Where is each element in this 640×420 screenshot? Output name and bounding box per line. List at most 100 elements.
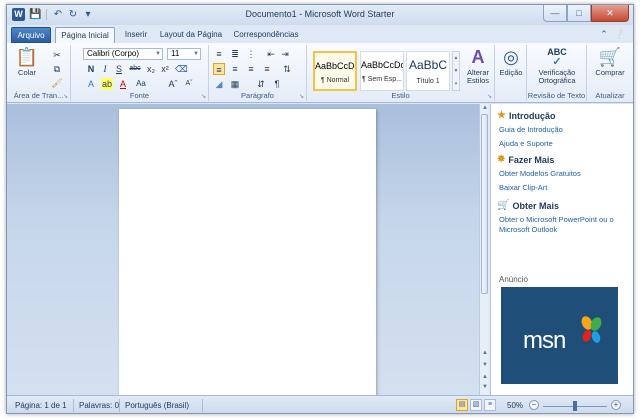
- scrollbar-thumb[interactable]: [481, 114, 488, 294]
- numbering-icon[interactable]: ≣: [229, 48, 241, 60]
- scroll-up-icon[interactable]: ▲: [480, 350, 490, 356]
- bullets-icon[interactable]: ≡: [213, 48, 225, 60]
- title-bar: W 💾 ↶ ↻ ▾ Documento1 - Microsoft Word St…: [7, 5, 633, 25]
- tab-layout-da-pagina[interactable]: Layout da Página: [157, 27, 225, 43]
- highlight-icon[interactable]: ab: [101, 78, 113, 90]
- style-sem-espacamento[interactable]: AaBbCcDc ¶ Sem Esp...: [360, 51, 404, 91]
- zoom-out-icon[interactable]: −: [529, 400, 539, 410]
- msn-butterfly-icon: [581, 316, 602, 343]
- status-separator: [73, 399, 74, 412]
- link-guia-introducao[interactable]: Guia de Introdução: [499, 125, 563, 135]
- align-right-icon[interactable]: ≡: [245, 63, 257, 75]
- minimize-button[interactable]: —: [543, 5, 567, 22]
- bold-icon[interactable]: N: [85, 63, 97, 75]
- section-heading: ★ Introdução: [497, 110, 563, 121]
- increase-indent-icon[interactable]: ⇥: [279, 48, 291, 60]
- styles-group: AaBbCcDc ¶ Normal AaBbCcDc ¶ Sem Esp... …: [307, 45, 495, 101]
- style-titulo-1[interactable]: AaBbC Título 1: [406, 51, 450, 91]
- zoom-in-icon[interactable]: +: [611, 400, 621, 410]
- full-screen-view-icon[interactable]: ▧: [470, 399, 482, 411]
- font-color-icon[interactable]: A: [117, 78, 129, 90]
- editing-button[interactable]: ◎ Edição: [497, 47, 525, 77]
- next-page-icon[interactable]: ▼: [480, 384, 490, 390]
- close-button[interactable]: ✕: [591, 5, 629, 22]
- borders-icon[interactable]: ▦: [229, 78, 241, 90]
- shading-icon[interactable]: ◢: [213, 78, 225, 90]
- sort-icon[interactable]: ⇵: [255, 78, 267, 90]
- style-normal[interactable]: AaBbCcDc ¶ Normal: [313, 51, 357, 91]
- tab-arquivo[interactable]: Arquivo: [11, 27, 51, 43]
- prev-page-icon[interactable]: ▲: [480, 374, 490, 380]
- align-left-icon[interactable]: ≡: [213, 63, 225, 75]
- copy-icon[interactable]: ⧉: [51, 63, 63, 75]
- link-baixar-clip-art[interactable]: Baixar Clip-Art: [499, 183, 581, 193]
- superscript-icon[interactable]: x²: [159, 63, 171, 75]
- paragraph-launcher-icon[interactable]: ↘: [299, 93, 304, 100]
- section-title: Obter Mais: [512, 200, 559, 211]
- format-painter-icon[interactable]: 🖌: [51, 77, 63, 89]
- change-case-icon[interactable]: Aa: [135, 78, 147, 90]
- zoom-slider-thumb[interactable]: [573, 401, 577, 411]
- underline-icon[interactable]: S: [113, 63, 125, 75]
- print-layout-view-icon[interactable]: ▤: [456, 399, 468, 411]
- minimize-ribbon-icon[interactable]: ⌃: [600, 29, 608, 40]
- paste-button[interactable]: 📋 Colar: [13, 47, 41, 77]
- ribbon-tabs: Arquivo Página Inicial Inserir Layout da…: [7, 25, 633, 43]
- vertical-scrollbar[interactable]: ▲ ▲ ▼ ▲ ▼: [479, 104, 489, 395]
- spelling-button[interactable]: ABC ✓ Verificação Ortográfica: [529, 47, 585, 85]
- grow-font-icon[interactable]: Aˆ: [167, 78, 179, 90]
- spelling-label: Verificação Ortográfica: [538, 68, 576, 85]
- tab-inserir[interactable]: Inserir: [117, 27, 155, 43]
- ribbon-right-controls: ⌃ ❔: [600, 29, 625, 40]
- line-spacing-icon[interactable]: ⇅: [281, 63, 293, 75]
- help-icon[interactable]: ❔: [614, 29, 625, 40]
- window-title: Documento1 - Microsoft Word Starter: [245, 9, 395, 19]
- spelling-check-icon: ABC ✓: [547, 47, 567, 68]
- document-area: [7, 104, 479, 399]
- cut-icon[interactable]: ✂: [51, 49, 63, 61]
- scroll-up-icon[interactable]: ▲: [480, 105, 490, 111]
- proofing-group: ABC ✓ Verificação Ortográfica Revisão de …: [527, 45, 587, 101]
- zoom-level[interactable]: 50%: [507, 401, 523, 410]
- page-count[interactable]: Página: 1 de 1: [15, 401, 67, 410]
- buy-button[interactable]: 🛒 Comprar: [591, 47, 629, 77]
- font-size-combo[interactable]: 11 ▼: [167, 48, 201, 60]
- maximize-button[interactable]: □: [567, 5, 591, 22]
- justify-icon[interactable]: ≡: [261, 63, 273, 75]
- show-marks-icon[interactable]: ¶: [271, 78, 283, 90]
- clipboard-launcher-icon[interactable]: ↘: [63, 93, 68, 100]
- tab-pagina-inicial[interactable]: Página Inicial: [55, 27, 115, 43]
- styles-gallery-scroll[interactable]: ▲ ▼ ▾: [452, 51, 460, 91]
- link-obter-office[interactable]: Obter o Microsoft PowerPoint ou o Micros…: [499, 215, 632, 235]
- shrink-font-icon[interactable]: Aˇ: [183, 78, 195, 90]
- status-separator: [119, 399, 120, 412]
- tab-correspondencias[interactable]: Correspondências: [229, 27, 303, 43]
- font-group-label: Fonte: [129, 91, 150, 100]
- section-fazer-mais: ✸ Fazer Mais Obter Modelos Gratuitos Bai…: [497, 154, 581, 193]
- decrease-indent-icon[interactable]: ⇤: [265, 48, 277, 60]
- scroll-down-icon[interactable]: ▼: [480, 362, 490, 368]
- font-launcher-icon[interactable]: ↘: [201, 93, 206, 100]
- italic-icon[interactable]: I: [99, 63, 111, 75]
- link-ajuda-suporte[interactable]: Ajuda e Suporte: [499, 139, 563, 149]
- language-indicator[interactable]: Português (Brasil): [125, 401, 189, 410]
- styles-launcher-icon[interactable]: ↘: [487, 93, 492, 100]
- strikethrough-icon[interactable]: abc: [129, 63, 141, 75]
- document-page[interactable]: [119, 109, 376, 399]
- subscript-icon[interactable]: x₂: [145, 63, 157, 75]
- style-sample: AaBbC: [408, 58, 448, 72]
- link-modelos-gratuitos[interactable]: Obter Modelos Gratuitos: [499, 169, 581, 179]
- clear-formatting-icon[interactable]: ⌫: [175, 63, 188, 75]
- word-count[interactable]: Palavras: 0: [79, 401, 119, 410]
- align-center-icon[interactable]: ≡: [229, 63, 241, 75]
- chevron-down-icon: ▼: [193, 51, 199, 57]
- change-styles-button[interactable]: A Alterar Estilos: [463, 47, 493, 85]
- font-name-combo[interactable]: Calibri (Corpo) ▼: [83, 48, 163, 60]
- multilevel-list-icon[interactable]: ⋮: [245, 48, 257, 60]
- paste-label: Colar: [18, 68, 36, 77]
- draft-view-icon[interactable]: ≡: [484, 399, 496, 411]
- msn-ad[interactable]: msn: [501, 287, 618, 384]
- text-effects-icon[interactable]: A: [85, 78, 97, 90]
- update-group: 🛒 Comprar Atualizar: [587, 45, 633, 101]
- font-group: Calibri (Corpo) ▼ 11 ▼ N I S abc x₂ x² ⌫ A…: [71, 45, 209, 101]
